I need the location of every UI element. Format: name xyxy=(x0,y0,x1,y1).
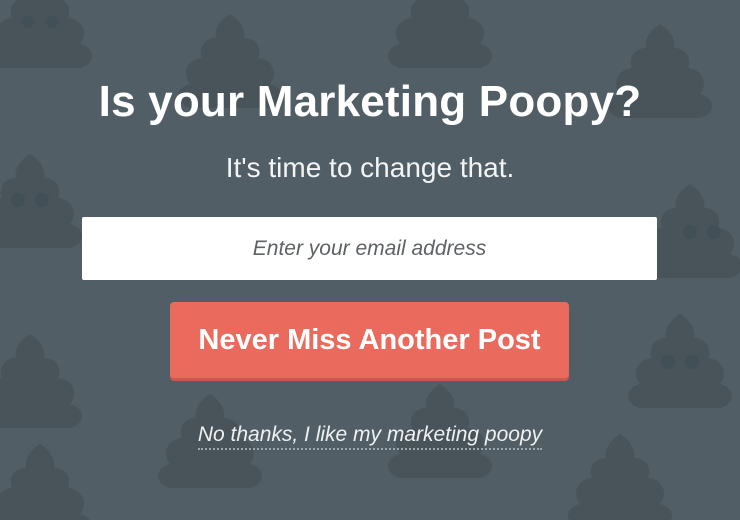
popup-subheadline: It's time to change that. xyxy=(225,152,515,183)
email-input[interactable] xyxy=(82,217,657,280)
decline-link[interactable]: No thanks, I like my marketing poopy xyxy=(197,423,543,450)
popup-content: Is your Marketing Poopy? It's time to ch… xyxy=(0,0,740,520)
subscribe-button[interactable]: Never Miss Another Post xyxy=(170,302,569,378)
optin-popup: Is your Marketing Poopy? It's time to ch… xyxy=(0,0,740,520)
popup-headline: Is your Marketing Poopy? xyxy=(98,77,642,126)
decline-link-container: No thanks, I like my marketing poopy xyxy=(0,421,740,450)
